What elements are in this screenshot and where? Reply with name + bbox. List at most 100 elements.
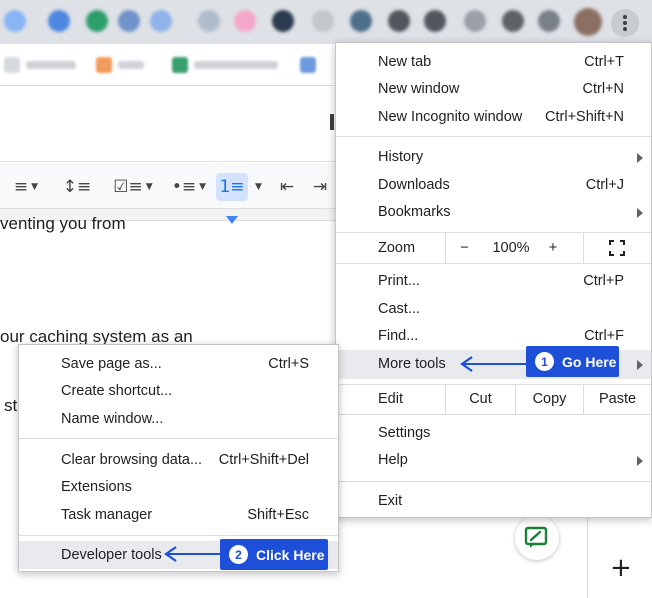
menu-item-label: Clear browsing data... bbox=[61, 452, 203, 468]
keep-note-icon[interactable] bbox=[515, 516, 559, 560]
menu-separator bbox=[336, 414, 651, 415]
tab-favicon[interactable] bbox=[538, 10, 560, 32]
menu-item-label: History bbox=[378, 149, 424, 165]
more-tools-submenu: Save page as... Ctrl+S Create shortcut..… bbox=[18, 344, 339, 572]
zoom-in-button[interactable]: + bbox=[538, 233, 568, 263]
line-spacing-icon[interactable]: ↕≡ bbox=[62, 173, 92, 201]
menu-item-name-window[interactable]: Name window... bbox=[19, 406, 338, 433]
menu-item-extensions[interactable]: Extensions bbox=[19, 474, 338, 501]
submenu-arrow-icon bbox=[637, 360, 643, 370]
menu-item-shortcut: Ctrl+Shift+Del bbox=[218, 452, 309, 468]
tab-favicon[interactable] bbox=[424, 10, 446, 32]
tab-favicon[interactable] bbox=[350, 10, 372, 32]
menu-item-shortcut: Ctrl+J bbox=[585, 177, 624, 193]
tab-favicon[interactable] bbox=[4, 10, 26, 32]
menu-row-zoom: Zoom − 100% + bbox=[336, 233, 651, 263]
tab-favicon[interactable] bbox=[48, 10, 70, 32]
menu-item-label: Zoom bbox=[378, 240, 416, 256]
tab-strip bbox=[0, 0, 652, 44]
cut-button[interactable]: Cut bbox=[445, 384, 515, 414]
callout-text: Click Here bbox=[256, 546, 325, 563]
copy-button[interactable]: Copy bbox=[515, 384, 583, 414]
bookmark-item[interactable] bbox=[172, 56, 278, 74]
menu-row-edit: Edit Cut Copy Paste bbox=[336, 384, 651, 414]
menu-item-shortcut: Ctrl+S bbox=[268, 356, 309, 372]
menu-separator bbox=[336, 481, 651, 482]
zoom-level: 100% bbox=[492, 240, 530, 256]
align-icon[interactable]: ≡ ▼ bbox=[8, 173, 44, 201]
chrome-menu-icon[interactable] bbox=[611, 9, 639, 37]
tab-favicon[interactable] bbox=[272, 10, 294, 32]
fullscreen-button[interactable] bbox=[583, 233, 651, 263]
menu-item-new-incognito-window[interactable]: New Incognito window Ctrl+Shift+N bbox=[336, 104, 651, 131]
submenu-arrow-icon bbox=[637, 153, 643, 163]
chrome-main-menu: New tab Ctrl+T New window Ctrl+N New Inc… bbox=[335, 42, 652, 518]
menu-item-label: Help bbox=[378, 452, 408, 468]
decrease-indent-icon[interactable]: ⇤ bbox=[272, 173, 302, 201]
menu-item-save-page-as[interactable]: Save page as... Ctrl+S bbox=[19, 351, 338, 378]
tab-favicon[interactable] bbox=[388, 10, 410, 32]
menu-item-print[interactable]: Print... Ctrl+P bbox=[336, 268, 651, 295]
menu-item-shortcut: Ctrl+P bbox=[583, 273, 624, 289]
menu-item-label: New window bbox=[378, 81, 460, 97]
menu-item-label: Developer tools bbox=[61, 547, 162, 563]
numbered-list-dropdown-icon[interactable]: ▼ bbox=[250, 173, 264, 201]
menu-item-new-tab[interactable]: New tab Ctrl+T bbox=[336, 49, 651, 76]
menu-item-label: Exit bbox=[378, 493, 403, 509]
menu-item-task-manager[interactable]: Task manager Shift+Esc bbox=[19, 502, 338, 529]
numbered-list-icon[interactable]: 1≡ bbox=[216, 173, 248, 201]
bookmark-item[interactable] bbox=[4, 56, 76, 74]
menu-separator bbox=[19, 535, 338, 536]
menu-item-shortcut: Ctrl+N bbox=[582, 81, 625, 97]
bulleted-list-icon[interactable]: •≡ ▼ bbox=[166, 173, 212, 201]
menu-item-label: Downloads bbox=[378, 177, 450, 193]
callout-number: 2 bbox=[229, 545, 248, 564]
menu-item-label: New tab bbox=[378, 54, 432, 70]
menu-item-shortcut: Ctrl+T bbox=[584, 54, 624, 70]
tab-favicon[interactable] bbox=[198, 10, 220, 32]
menu-item-history[interactable]: History bbox=[336, 144, 651, 171]
tab-favicon[interactable] bbox=[464, 10, 486, 32]
menu-item-exit[interactable]: Exit bbox=[336, 488, 651, 515]
callout-go-here: 1 Go Here bbox=[526, 346, 619, 377]
zoom-out-button[interactable]: − bbox=[445, 233, 483, 263]
bookmark-item[interactable] bbox=[96, 56, 144, 74]
menu-item-cast[interactable]: Cast... bbox=[336, 296, 651, 323]
submenu-arrow-icon bbox=[637, 456, 643, 466]
menu-item-label: Print... bbox=[378, 273, 420, 289]
menu-item-downloads[interactable]: Downloads Ctrl+J bbox=[336, 172, 651, 199]
menu-item-label: Bookmarks bbox=[378, 204, 451, 220]
menu-item-label: New Incognito window bbox=[378, 109, 523, 125]
bookmark-item[interactable] bbox=[300, 56, 316, 74]
tab-favicon[interactable] bbox=[312, 10, 334, 32]
tab-favicon[interactable] bbox=[118, 10, 140, 32]
menu-item-settings[interactable]: Settings bbox=[336, 420, 651, 447]
menu-item-help[interactable]: Help bbox=[336, 447, 651, 474]
tab-favicon[interactable] bbox=[234, 10, 256, 32]
menu-item-label: Cast... bbox=[378, 301, 420, 317]
increase-indent-icon[interactable]: ⇥ bbox=[306, 173, 334, 201]
add-icon[interactable]: + bbox=[610, 555, 632, 581]
tab-favicon[interactable] bbox=[86, 10, 108, 32]
menu-separator bbox=[19, 438, 338, 439]
menu-separator bbox=[336, 263, 651, 264]
tab-favicon[interactable] bbox=[502, 10, 524, 32]
menu-item-label: Settings bbox=[378, 425, 431, 441]
tab-favicon[interactable] bbox=[150, 10, 172, 32]
menu-item-bookmarks[interactable]: Bookmarks bbox=[336, 199, 651, 226]
checklist-icon[interactable]: ☑≡ ▼ bbox=[108, 173, 158, 201]
menu-item-label: Extensions bbox=[61, 479, 132, 495]
menu-item-new-window[interactable]: New window Ctrl+N bbox=[336, 76, 651, 103]
menu-item-shortcut: Ctrl+Shift+N bbox=[545, 109, 624, 125]
fullscreen-icon bbox=[609, 240, 625, 256]
profile-avatar[interactable] bbox=[574, 8, 602, 36]
menu-item-shortcut: Shift+Esc bbox=[247, 507, 309, 523]
paste-button[interactable]: Paste bbox=[583, 384, 651, 414]
menu-item-label: More tools bbox=[378, 356, 446, 372]
menu-item-create-shortcut[interactable]: Create shortcut... bbox=[19, 378, 338, 405]
menu-item-clear-browsing-data[interactable]: Clear browsing data... Ctrl+Shift+Del bbox=[19, 447, 338, 474]
menu-item-label: Find... bbox=[378, 328, 419, 344]
menu-item-label: Edit bbox=[378, 391, 403, 407]
menu-item-label: Task manager bbox=[61, 507, 153, 523]
menu-item-label: Save page as... bbox=[61, 356, 162, 372]
